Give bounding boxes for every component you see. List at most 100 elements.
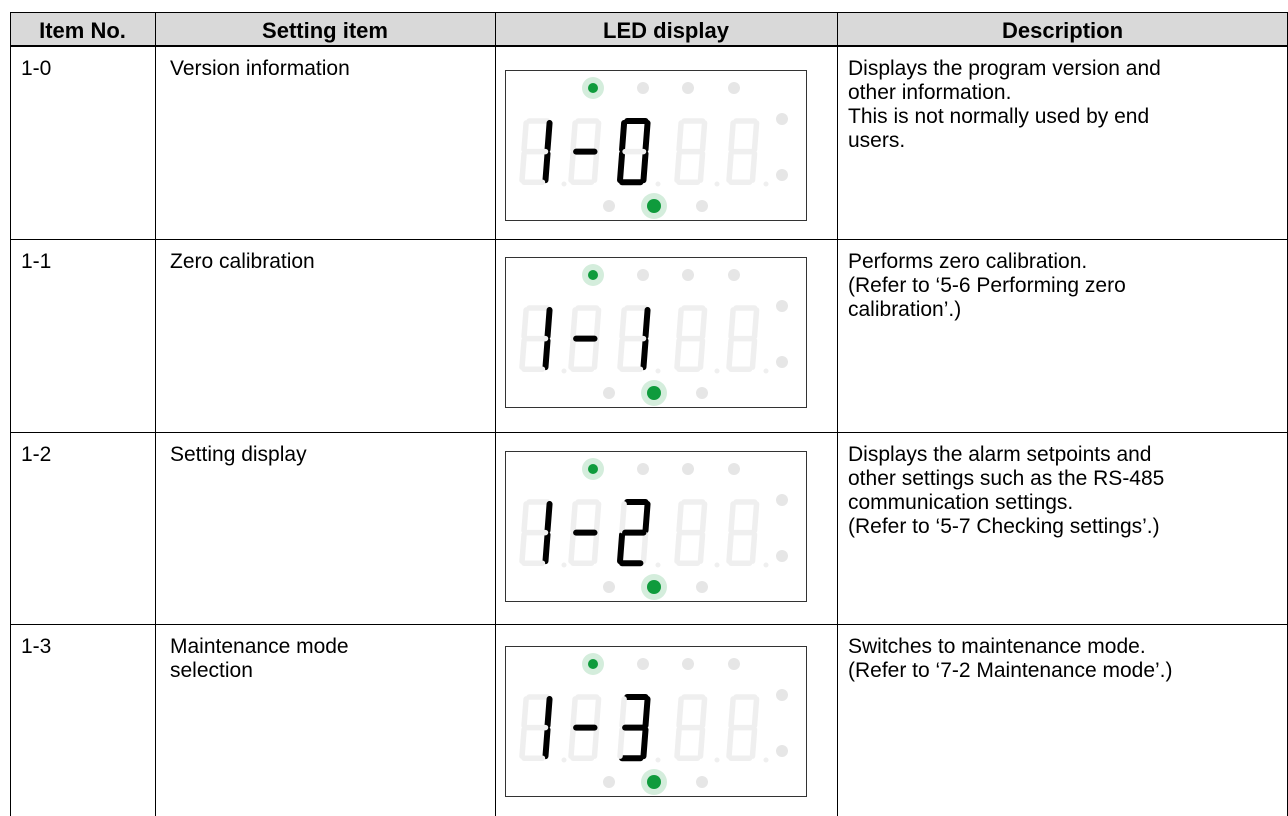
led-digit-5 — [726, 118, 760, 185]
status-led-on — [588, 83, 598, 93]
led-digit-2 — [568, 694, 602, 761]
segment-c — [697, 531, 706, 564]
segment-b — [751, 120, 760, 153]
led-digit-3 — [617, 694, 651, 762]
segment-b — [642, 501, 651, 534]
led-digit-4 — [674, 694, 708, 761]
segment-f — [521, 120, 529, 153]
status-led-off — [682, 463, 694, 475]
led-display-graphic — [519, 264, 788, 406]
bottom-led-off — [603, 776, 615, 788]
decimal-point — [561, 368, 567, 374]
segment-b — [593, 501, 602, 534]
grid-line — [10, 432, 1288, 433]
segment-f — [570, 120, 578, 153]
segment-c — [749, 726, 758, 759]
led-display-graphic — [519, 458, 788, 600]
segment-f — [728, 501, 736, 534]
led-digit-3 — [617, 499, 651, 567]
led-digit-5 — [726, 499, 760, 566]
segment-b — [699, 501, 708, 534]
status-led-off — [637, 463, 649, 475]
side-led-off — [776, 169, 788, 181]
setting-item: Maintenance mode selection — [170, 635, 349, 682]
bottom-led-on — [647, 199, 661, 213]
segment-e — [617, 726, 625, 759]
segment-e — [568, 337, 576, 370]
led-digit-2 — [568, 499, 602, 566]
decimal-point — [763, 562, 769, 568]
status-led-off — [637, 658, 649, 670]
led-display — [505, 646, 807, 797]
bottom-led-off — [696, 387, 708, 399]
led-digit-1 — [519, 305, 553, 372]
segment-f — [676, 501, 684, 534]
segment-e — [519, 531, 527, 564]
led-digit-4 — [674, 305, 708, 372]
segment-c — [542, 337, 551, 371]
segment-c — [749, 150, 758, 183]
description: Switches to maintenance mode. (Refer to ‘… — [848, 635, 1173, 682]
decimal-point — [714, 181, 720, 187]
segment-f — [728, 307, 736, 340]
header-led-display: LED display — [603, 18, 729, 43]
grid-line — [155, 12, 156, 816]
decimal-point — [714, 562, 720, 568]
description: Performs zero calibration. (Refer to ‘5-6… — [848, 250, 1126, 321]
status-led-off — [637, 82, 649, 94]
segment-c — [697, 150, 706, 183]
led-digit-3 — [617, 305, 651, 372]
segment-e — [726, 337, 734, 370]
segment-e — [674, 337, 682, 370]
segment-b — [593, 696, 602, 729]
segment-c — [591, 726, 600, 759]
segment-f — [521, 696, 529, 729]
segment-b — [751, 696, 760, 729]
bottom-led-on — [647, 580, 661, 594]
segment-b — [699, 120, 708, 153]
segment-b — [699, 307, 708, 340]
segment-e — [726, 531, 734, 564]
segment-e — [674, 726, 682, 759]
led-digit-2 — [568, 305, 602, 372]
segment-e — [519, 726, 527, 759]
led-digit-4 — [674, 118, 708, 185]
segment-f — [676, 307, 684, 340]
segment-f — [676, 120, 684, 153]
led-display — [505, 257, 807, 408]
bottom-led-off — [603, 200, 615, 212]
table-header: Item No. Setting item LED display Descri… — [10, 12, 1288, 47]
header-description: Description — [1001, 18, 1124, 43]
status-led-off — [682, 658, 694, 670]
decimal-point — [763, 757, 769, 763]
segment-b — [642, 307, 651, 340]
segment-c — [640, 726, 649, 760]
side-led-off — [776, 745, 788, 757]
led-display — [505, 70, 807, 221]
led-digit-1 — [519, 499, 553, 566]
status-led-off — [728, 82, 740, 94]
decimal-point — [561, 757, 567, 763]
decimal-point — [561, 562, 567, 568]
decimal-point — [714, 368, 720, 374]
setting-item: Setting display — [170, 443, 307, 466]
segment-b — [593, 307, 602, 340]
segment-c — [640, 150, 649, 184]
segment-e — [568, 531, 576, 564]
side-led-off — [776, 494, 788, 506]
decimal-point — [763, 368, 769, 374]
side-led-off — [776, 550, 788, 562]
item-no: 1-3 — [21, 635, 52, 658]
item-no: 1-2 — [21, 443, 52, 466]
segment-f — [521, 501, 529, 534]
segment-b — [544, 307, 553, 340]
table-row: 1-2 Setting display Displays the alarm set… — [10, 433, 1288, 624]
decimal-point — [714, 757, 720, 763]
led-digit-1 — [519, 694, 553, 761]
segment-e — [617, 337, 625, 370]
grid-line — [10, 12, 11, 816]
segment-c — [640, 337, 649, 371]
status-led-on — [588, 659, 598, 669]
segment-c — [542, 726, 551, 760]
side-led-off — [776, 356, 788, 368]
